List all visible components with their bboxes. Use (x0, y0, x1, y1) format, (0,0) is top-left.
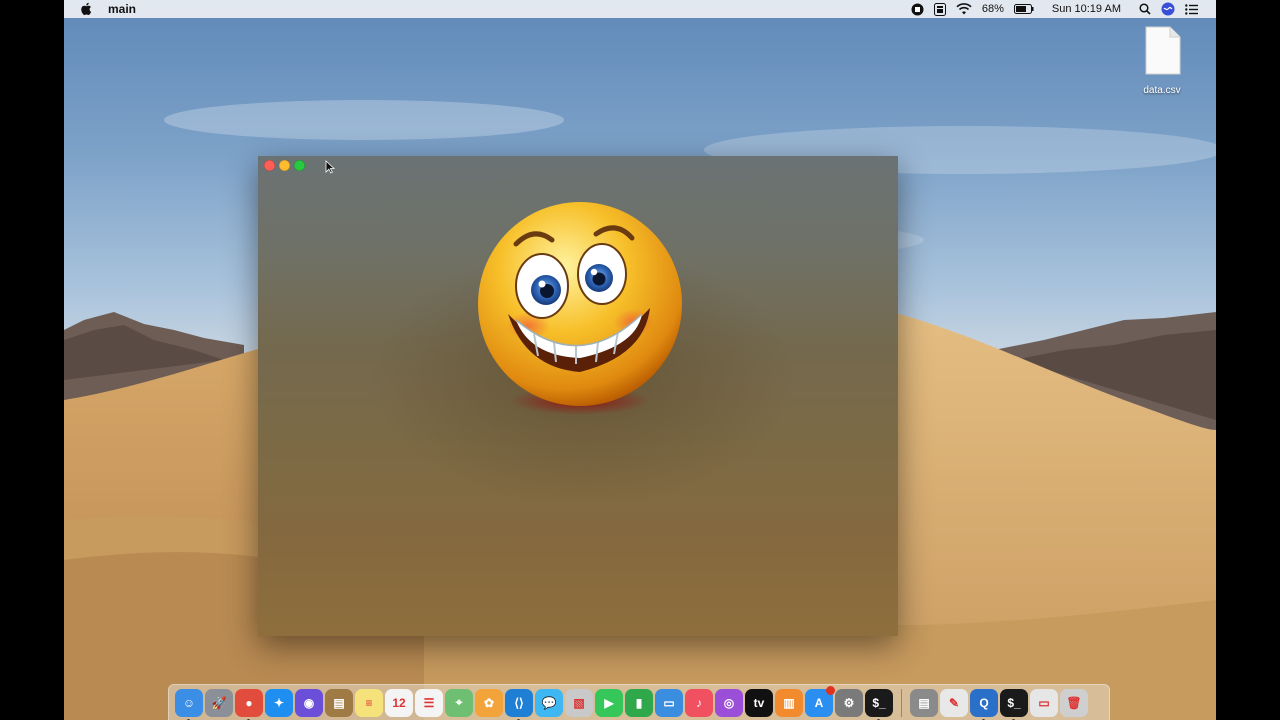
dock-photos-icon[interactable]: ✿ (475, 688, 503, 717)
app-window (258, 156, 898, 636)
window-controls (264, 160, 305, 171)
zoom-button[interactable] (294, 160, 305, 171)
grinning-emoji-image (478, 202, 682, 415)
dock-calendar-icon[interactable]: 12 (385, 688, 413, 717)
apple-icon[interactable] (80, 2, 94, 16)
dock: ☺ 🚀 ● ✦ ◉ ▤ ≡ 12 ☰ ⌖ ✿ ⟨⟩ 💬 ▧ ▶ ▮ ▭ ♪ ◎ tv ▥ A ⚙ $_ ▤ ✎ Q $_ ▭ 🗑 (168, 684, 1110, 720)
dock-trash-icon[interactable]: 🗑 (1060, 688, 1088, 717)
dock-podcasts-icon[interactable]: ◎ (715, 688, 743, 717)
dock-books-icon[interactable]: ▥ (775, 688, 803, 717)
dock-launchpad-icon[interactable]: 🚀 (205, 688, 233, 717)
dock-siri-icon[interactable]: ◉ (295, 688, 323, 717)
dock-vscode-icon[interactable]: ⟨⟩ (505, 688, 533, 720)
dock-maps-icon[interactable]: ⌖ (445, 688, 473, 717)
screen-record-icon[interactable] (911, 3, 924, 16)
dock-app-store-icon[interactable]: A (805, 685, 835, 717)
dock-separator (901, 688, 902, 717)
dock-terminal-window-icon[interactable]: $_ (1000, 688, 1028, 720)
notification-center-icon[interactable] (1185, 3, 1198, 15)
desktop-file-label: data.csv (1143, 85, 1181, 96)
dock-system-preferences-icon[interactable]: ⚙ (835, 688, 863, 717)
battery-icon[interactable] (1013, 4, 1034, 14)
app-menu-name[interactable]: main (108, 2, 136, 16)
wifi-icon[interactable] (956, 3, 972, 15)
dock-keynote-icon[interactable]: ▭ (655, 688, 683, 717)
dock-safari-icon[interactable]: ✦ (265, 688, 293, 717)
dock-finder-icon[interactable]: ☺ (175, 688, 203, 720)
dock-facetime-icon[interactable]: ▶ (595, 688, 623, 717)
dock-chrome-icon[interactable]: ● (235, 688, 263, 720)
dock-tv-icon[interactable]: tv (745, 688, 773, 717)
dock-reminders-icon[interactable]: ☰ (415, 688, 443, 717)
dock-downloads-stack-icon[interactable]: ▭ (1030, 688, 1058, 717)
dock-notes-icon[interactable]: ≡ (355, 688, 383, 717)
document-icon (1145, 26, 1181, 75)
dock-terminal-icon[interactable]: $_ (865, 688, 893, 720)
dock-textedit-icon[interactable]: ✎ (940, 688, 968, 717)
notification-badge (826, 685, 835, 695)
desktop-file[interactable]: data.csv (1132, 26, 1192, 96)
dock-numbers-icon[interactable]: ▮ (625, 688, 653, 717)
dock-quicktime-icon[interactable]: Q (970, 688, 998, 720)
mouse-cursor-icon (325, 160, 335, 174)
battery-percent[interactable]: 68% (982, 3, 1004, 15)
dock-preview-icon[interactable]: ▧ (565, 688, 593, 717)
minimize-button[interactable] (279, 160, 290, 171)
accessibility-icon[interactable] (933, 2, 946, 16)
siri-icon[interactable] (1161, 2, 1175, 16)
dock-contacts-icon[interactable]: ▤ (325, 688, 353, 717)
menu-bar: main 68% Sun 10:19 AM (64, 0, 1216, 18)
dock-disk-utility-icon[interactable]: ▤ (910, 688, 938, 717)
desktop: main 68% Sun 10:19 AM data.csv ☺ 🚀 ● ✦ ◉… (64, 0, 1216, 720)
clock[interactable]: Sun 10:19 AM (1052, 3, 1121, 15)
close-button[interactable] (264, 160, 275, 171)
dock-music-icon[interactable]: ♪ (685, 688, 713, 717)
spotlight-icon[interactable] (1139, 3, 1151, 15)
dock-messages-icon[interactable]: 💬 (535, 688, 563, 717)
